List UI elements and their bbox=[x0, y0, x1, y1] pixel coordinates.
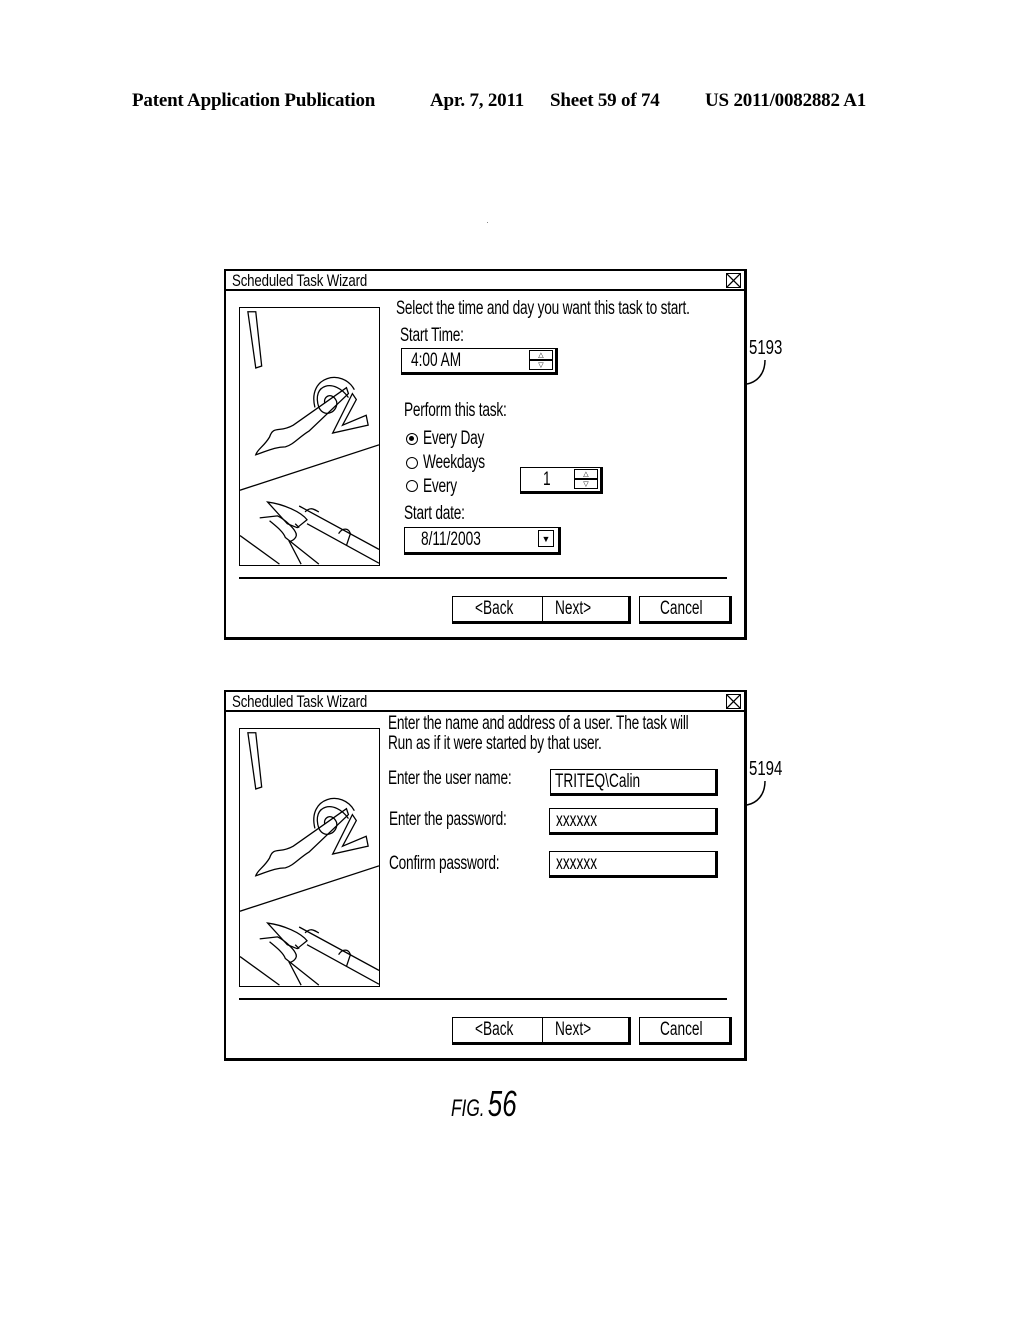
confirm-password-label: Confirm password: bbox=[389, 853, 500, 874]
scan-artifact bbox=[487, 222, 488, 223]
cancel-button-face[interactable]: Cancel bbox=[640, 1018, 729, 1042]
cancel-button-label: Cancel bbox=[660, 598, 703, 619]
back-button[interactable]: <Back bbox=[453, 597, 542, 621]
next-button-label: Next> bbox=[555, 598, 592, 619]
start-time-spinner[interactable]: △ ▽ bbox=[529, 350, 553, 370]
patent-number: US 2011/0082882 A1 bbox=[705, 90, 867, 111]
callout-5194: 5194 bbox=[749, 758, 783, 780]
back-button-label: <Back bbox=[475, 598, 514, 619]
back-button-label: <Back bbox=[475, 1019, 514, 1040]
publication-label: Patent Application Publication bbox=[132, 90, 376, 111]
figure-number: 56 bbox=[487, 1083, 517, 1124]
next-button[interactable]: Next> bbox=[542, 1018, 628, 1042]
dropdown-arrow-icon[interactable]: ▼ bbox=[538, 530, 554, 547]
every-n-days-spinbox[interactable]: 1 △ ▽ bbox=[520, 467, 603, 494]
pen-and-number-two-icon bbox=[240, 732, 379, 986]
navigation-button-group: <Back Next> bbox=[452, 1017, 631, 1045]
password-value: xxxxxx bbox=[556, 810, 598, 831]
every-n-days-spinner[interactable]: △ ▽ bbox=[574, 469, 598, 489]
option-weekdays-label: Weekdays bbox=[423, 452, 485, 473]
spin-up-arrow-icon[interactable]: △ bbox=[574, 469, 598, 479]
divider bbox=[239, 577, 727, 579]
password-label: Enter the password: bbox=[389, 809, 507, 830]
publication-date: Apr. 7, 2011 bbox=[430, 90, 525, 111]
close-button[interactable] bbox=[726, 694, 741, 709]
username-label: Enter the user name: bbox=[388, 768, 512, 789]
option-every-label: Every bbox=[423, 476, 457, 497]
instruction-text: Select the time and day you want this ta… bbox=[396, 298, 690, 319]
instruction-line-2: Run as if it were started by that user. bbox=[388, 733, 602, 754]
perform-task-label: Perform this task: bbox=[404, 400, 507, 421]
divider bbox=[239, 998, 727, 1000]
start-date-value: 8/11/2003 bbox=[421, 529, 481, 550]
cancel-button[interactable]: Cancel bbox=[639, 596, 732, 624]
wizard-illustration bbox=[239, 307, 380, 566]
start-time-spinbox[interactable]: 4:00 AM △ ▽ bbox=[401, 348, 558, 375]
radio-every-day[interactable] bbox=[406, 433, 418, 445]
dialog-title: Scheduled Task Wizard bbox=[232, 271, 368, 290]
radio-every[interactable] bbox=[406, 480, 418, 492]
start-time-value: 4:00 AM bbox=[411, 350, 462, 371]
figure-label: FIG. 56 bbox=[451, 1083, 517, 1125]
next-button-label: Next> bbox=[555, 1019, 592, 1040]
cancel-button-face[interactable]: Cancel bbox=[640, 597, 729, 621]
title-bar: Scheduled Task Wizard bbox=[226, 692, 744, 712]
start-date-label: Start date: bbox=[404, 503, 465, 524]
callout-5193: 5193 bbox=[749, 337, 783, 359]
start-date-dropdown[interactable]: 8/11/2003 ▼ bbox=[404, 527, 561, 555]
callout-leader-line bbox=[746, 359, 766, 385]
back-button[interactable]: <Back bbox=[453, 1018, 542, 1042]
dialog-title: Scheduled Task Wizard bbox=[232, 692, 368, 711]
password-input[interactable]: xxxxxx bbox=[549, 808, 718, 835]
radio-weekdays[interactable] bbox=[406, 457, 418, 469]
pen-and-number-two-icon bbox=[240, 311, 379, 565]
instruction-line-1: Enter the name and address of a user. Th… bbox=[388, 713, 689, 734]
spin-up-arrow-icon[interactable]: △ bbox=[529, 350, 553, 360]
close-x-icon bbox=[727, 274, 740, 287]
every-n-days-value: 1 bbox=[543, 469, 551, 490]
start-time-label: Start Time: bbox=[400, 325, 464, 346]
username-value: TRITEQ\Calin bbox=[555, 771, 641, 792]
figure-prefix: FIG. bbox=[451, 1095, 485, 1122]
wizard-illustration bbox=[239, 728, 380, 987]
close-button[interactable] bbox=[726, 273, 741, 288]
scheduled-task-wizard-time-dialog: Scheduled Task Wizard Select the time an… bbox=[224, 269, 747, 640]
next-button[interactable]: Next> bbox=[542, 597, 628, 621]
title-bar: Scheduled Task Wizard bbox=[226, 271, 744, 291]
spin-down-arrow-icon[interactable]: ▽ bbox=[529, 360, 553, 370]
cancel-button-label: Cancel bbox=[660, 1019, 703, 1040]
confirm-password-input[interactable]: xxxxxx bbox=[549, 851, 718, 878]
navigation-button-group: <Back Next> bbox=[452, 596, 631, 624]
sheet-number: Sheet 59 of 74 bbox=[550, 90, 660, 111]
close-x-icon bbox=[727, 695, 740, 708]
option-every-day-label: Every Day bbox=[423, 428, 485, 449]
username-input[interactable]: TRITEQ\Calin bbox=[550, 769, 718, 796]
spin-down-arrow-icon[interactable]: ▽ bbox=[574, 479, 598, 489]
confirm-password-value: xxxxxx bbox=[556, 853, 598, 874]
scheduled-task-wizard-user-dialog: Scheduled Task Wizard Enter the name and… bbox=[224, 690, 747, 1061]
callout-leader-line bbox=[746, 780, 766, 806]
cancel-button[interactable]: Cancel bbox=[639, 1017, 732, 1045]
